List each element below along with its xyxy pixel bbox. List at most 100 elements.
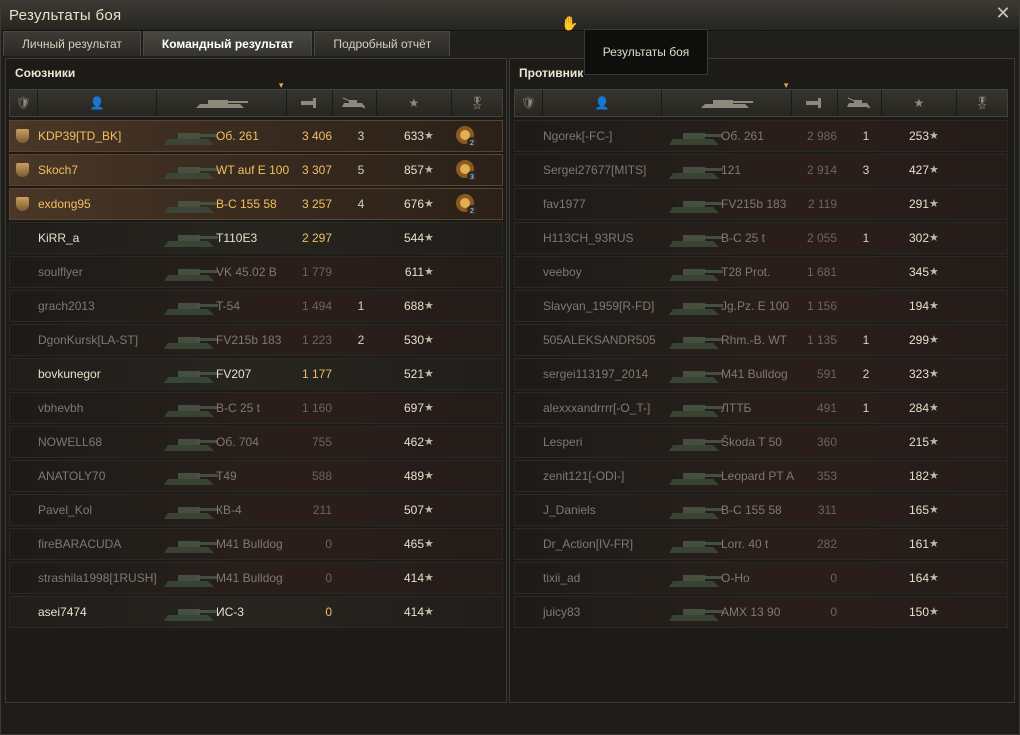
player-row[interactable]: Skoch7 WT auf E 100 3 307 5 857 ★ 3 [9,154,503,186]
medal-icon[interactable]: 2 [454,192,478,216]
tank-icon [669,473,723,485]
player-row[interactable]: exdong95 B-C 155 58 3 257 4 676 ★ 2 [9,188,503,220]
badge-column-header[interactable]: 🛡 [10,90,38,116]
tank-name: AMX 13 90 [721,605,781,619]
player-row[interactable]: J_Daniels B-C 155 58 311 165 ★ [514,494,1008,526]
xp-column-header[interactable]: ★ [377,90,453,116]
player-row[interactable]: sergei113197_2014 M41 Bulldog 591 2 323 ★ [514,358,1008,390]
player-row[interactable]: juicy83 AMX 13 90 0 150 ★ [514,596,1008,628]
xp-value: 150 [908,605,929,619]
kills-column-header[interactable] [333,90,377,116]
tank-column-header[interactable] [157,90,287,116]
player-name: juicy83 [543,605,581,619]
allies-column-header: 🛡 👤 ★ 🎖 [9,80,503,117]
player-row[interactable]: Slavyan_1959[R-FD] Jg.Pz. E 100 1 156 194 ★ [514,290,1008,322]
player-row[interactable]: veeboy T28 Prot. 1 681 345 ★ [514,256,1008,288]
player-row[interactable]: NOWELL68 Об. 704 755 462 ★ [9,426,503,458]
damage-column-header[interactable] [784,80,838,116]
medal-icon[interactable]: 3 [454,158,478,182]
tank-name: ИС-3 [216,605,244,619]
kills-column-header[interactable] [838,90,882,116]
xp-value: 414 [403,605,424,619]
tank-name: ЛТТБ [721,401,752,415]
star-icon: ★ [929,606,939,618]
player-row[interactable]: strashila1998[1RUSH] M41 Bulldog 0 414 ★ [9,562,503,594]
damage-value: 2 986 [806,129,837,143]
player-row[interactable]: ANATOLY70 T49 588 489 ★ [9,460,503,492]
player-row[interactable]: vbhevbh B-C 25 t 1 160 697 ★ [9,392,503,424]
damage-value: 0 [325,605,332,619]
enemies-column-header: 🛡 👤 ★ 🎖 [514,80,1008,117]
star-icon: ★ [929,436,939,448]
kills-value: 2 [357,333,365,347]
tank-icon [700,100,753,108]
player-name: 505ALEKSANDR505 [543,333,656,347]
player-row[interactable]: Pavel_Kol КВ-4 211 507 ★ [9,494,503,526]
player-row[interactable]: alexxxandrrrr[-O_T-] ЛТТБ 491 1 284 ★ [514,392,1008,424]
medal-column-header[interactable]: 🎖 [957,90,1007,116]
close-icon[interactable]: ✕ [993,3,1013,23]
player-row[interactable]: fireBARACUDA M41 Bulldog 0 465 ★ [9,528,503,560]
tank-name: Lorr. 40 t [721,537,769,551]
player-row[interactable]: Dr_Action[IV-FR] Lorr. 40 t 282 161 ★ [514,528,1008,560]
enemies-list: Ngorek[-FC-] Об. 261 2 986 1 253 ★ Sergei27677… [514,120,1008,630]
xp-value: 302 [908,231,929,245]
kills-value: 1 [862,129,870,143]
player-row[interactable]: tixii_ad O-Ho 0 164 ★ [514,562,1008,594]
player-column-header[interactable]: 👤 [543,90,663,116]
xp-value: 291 [908,197,929,211]
player-name: veeboy [543,265,582,279]
tank-icon [669,371,723,383]
tab-detailed-report[interactable]: Подробный отчёт [314,31,451,56]
xp-column-header[interactable]: ★ [882,90,958,116]
player-row[interactable]: 505ALEKSANDR505 Rhm.-B. WT 1 135 1 299 ★ [514,324,1008,356]
player-row[interactable]: bovkunegor FV207 1 177 521 ★ [9,358,503,390]
player-row[interactable]: Ngorek[-FC-] Об. 261 2 986 1 253 ★ [514,120,1008,152]
player-row[interactable]: KiRR_a T110E3 2 297 544 ★ [9,222,503,254]
player-row[interactable]: Lesperi Škoda T 50 360 215 ★ [514,426,1008,458]
damage-value: 3 257 [301,197,332,211]
damage-value: 2 119 [807,197,837,211]
badge-column-header[interactable]: 🛡 [515,90,543,116]
xp-value: 688 [403,299,424,313]
xp-value: 530 [403,333,424,347]
damage-value: 588 [311,469,332,483]
tab-team-result[interactable]: Командный результат [142,31,313,56]
star-icon: ★ [424,266,434,278]
player-row[interactable]: grach2013 T-54 1 494 1 688 ★ [9,290,503,322]
tab-personal-result[interactable]: Личный результат [3,31,141,56]
damage-value: 2 297 [301,231,332,245]
damage-icon [806,98,822,108]
player-name: Slavyan_1959[R-FD] [543,299,655,313]
player-row[interactable]: soulflyer VK 45.02 B 1 779 611 ★ [9,256,503,288]
player-icon: 👤 [89,96,105,110]
player-row[interactable]: asei7474 ИС-3 0 414 ★ [9,596,503,628]
player-row[interactable]: Sergei27677[MITS] 121 2 914 3 427 ★ [514,154,1008,186]
platoon-badge-icon [16,197,29,211]
tank-icon [164,439,218,451]
damage-column-header[interactable] [279,80,333,116]
title-bar[interactable]: Результаты боя ✋ ✕ [1,1,1019,31]
xp-value: 253 [908,129,929,143]
player-row[interactable]: KDP39[TD_BK] Об. 261 3 406 3 633 ★ 2 [9,120,503,152]
xp-value: 857 [403,163,424,177]
tank-icon [669,541,723,553]
xp-value: 182 [908,469,929,483]
player-column-header[interactable]: 👤 [38,90,158,116]
xp-value: 345 [908,265,929,279]
xp-value: 215 [908,435,929,449]
tank-name: Jg.Pz. E 100 [721,299,790,313]
medal-icon[interactable]: 2 [454,124,478,148]
player-row[interactable]: DgonKursk[LA-ST] FV215b 183 1 223 2 530 ★ [9,324,503,356]
player-row[interactable]: zenit121[-ODI-] Leopard PT A 353 182 ★ [514,460,1008,492]
xp-value: 427 [908,163,929,177]
star-icon: ★ [424,504,434,516]
player-row[interactable]: fav1977 FV215b 183 2 119 291 ★ [514,188,1008,220]
tank-name: B-C 25 t [216,401,261,415]
medal-column-header[interactable]: 🎖 [452,90,502,116]
tank-column-header[interactable] [662,90,792,116]
player-row[interactable]: H113CH_93RUS B-C 25 t 2 055 1 302 ★ [514,222,1008,254]
star-icon: ★ [929,504,939,516]
tank-icon [164,167,218,179]
tank-name: M41 Bulldog [721,367,788,381]
